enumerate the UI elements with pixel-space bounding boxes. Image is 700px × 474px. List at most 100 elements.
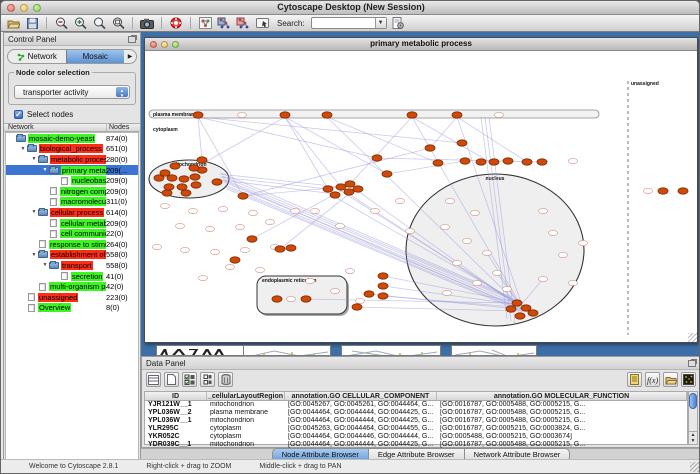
- col-header-region[interactable]: _cellularLayoutRegion: [207, 392, 285, 400]
- graph-node-selected[interactable]: [322, 112, 332, 118]
- tree-row[interactable]: ▼primary metabol209(...: [6, 165, 138, 176]
- col-header-cellular[interactable]: annotation.GO CELLULAR_COMPONENT: [285, 392, 437, 400]
- select-attributes-icon[interactable]: [182, 372, 197, 387]
- network-graph[interactable]: plasma membranecytoplasmmitochondrionnuc…: [145, 51, 697, 342]
- zoom-fit-icon[interactable]: [110, 16, 126, 30]
- graph-node-selected[interactable]: [460, 158, 470, 164]
- graph-node-unselected[interactable]: [473, 280, 482, 285]
- network-canvas[interactable]: plasma membranecytoplasmmitochondrionnuc…: [145, 51, 697, 342]
- graph-edge[interactable]: [377, 158, 542, 162]
- table-row[interactable]: YJR121W__1mitochondrion[GO:0045267, GO:0…: [145, 401, 687, 409]
- background-window-overview[interactable]: [156, 345, 244, 356]
- scrollbar-arrows[interactable]: ▲▼: [689, 431, 697, 444]
- import-attributes-icon[interactable]: [663, 372, 678, 387]
- graph-node-selected[interactable]: [330, 192, 340, 198]
- tree-col-network[interactable]: Network: [4, 124, 107, 131]
- graph-node-unselected[interactable]: [441, 224, 450, 229]
- tree-row[interactable]: ▼metabolic process280(0): [6, 154, 138, 165]
- graph-edge[interactable]: [285, 117, 341, 187]
- background-window-preview-3[interactable]: [451, 345, 537, 356]
- col-header-id[interactable]: ID: [145, 392, 207, 400]
- col-header-molecular[interactable]: annotation.GO MOLECULAR_FUNCTION: [437, 392, 687, 400]
- graph-node-selected[interactable]: [353, 186, 363, 192]
- zoom-out-icon[interactable]: [53, 16, 69, 30]
- graph-node-selected[interactable]: [489, 159, 499, 165]
- table-row[interactable]: YLR295Ccytoplasm[GO:0045263, GO:0044464,…: [145, 425, 687, 433]
- graph-node-unselected[interactable]: [471, 210, 480, 215]
- graph-node-selected[interactable]: [433, 160, 443, 166]
- graph-node-unselected[interactable]: [406, 228, 415, 233]
- tree-row[interactable]: nitrogen compo209(0): [6, 186, 138, 197]
- graph-node-selected[interactable]: [678, 188, 688, 194]
- tree-expand-arrow-icon[interactable]: ▼: [30, 209, 38, 215]
- tree-row[interactable]: response to stimulu264(0): [6, 239, 138, 250]
- graph-node-unselected[interactable]: [443, 290, 452, 295]
- graph-node-selected[interactable]: [247, 236, 257, 242]
- graph-node-selected[interactable]: [378, 273, 388, 279]
- graph-node-unselected[interactable]: [311, 208, 320, 213]
- network-view-window[interactable]: primary metabolic process plasma membran…: [144, 37, 698, 343]
- graph-node-unselected[interactable]: [463, 238, 472, 243]
- delete-attribute-icon[interactable]: [218, 372, 233, 387]
- graph-node-unselected[interactable]: [241, 247, 250, 252]
- graph-edge[interactable]: [195, 117, 285, 168]
- tree-row[interactable]: nucleobase-209(0): [6, 175, 138, 186]
- graph-node-selected[interactable]: [193, 112, 203, 118]
- function-builder-icon[interactable]: f(x): [645, 372, 660, 387]
- graph-node-selected[interactable]: [345, 181, 355, 187]
- graph-node-unselected[interactable]: [569, 158, 578, 163]
- graph-node-selected[interactable]: [352, 304, 362, 310]
- help-icon[interactable]: [168, 16, 184, 30]
- tree-row[interactable]: multi-organism pro42(0): [6, 281, 138, 292]
- tree-row[interactable]: cell communicat22(0): [6, 228, 138, 239]
- zoom-in-icon[interactable]: [72, 16, 88, 30]
- tab-mosaic[interactable]: Mosaic: [66, 50, 125, 63]
- notes-icon[interactable]: [627, 372, 642, 387]
- float-panel-icon[interactable]: [128, 36, 136, 43]
- graph-node-unselected[interactable]: [539, 208, 548, 213]
- tree-row[interactable]: ▼biological_process651(0): [6, 144, 138, 155]
- graph-node-selected[interactable]: [515, 313, 525, 319]
- graph-node-unselected[interactable]: [266, 219, 275, 224]
- graph-node-selected[interactable]: [364, 291, 374, 297]
- graph-node-unselected[interactable]: [236, 224, 245, 229]
- graph-node-selected[interactable]: [378, 283, 388, 289]
- search-input[interactable]: ▼: [311, 17, 387, 29]
- graph-node-selected[interactable]: [537, 159, 547, 165]
- graph-node-unselected[interactable]: [176, 223, 185, 228]
- attribute-matrix-icon[interactable]: [681, 372, 696, 387]
- graph-edge[interactable]: [430, 117, 457, 148]
- search-config-icon[interactable]: [390, 16, 406, 30]
- graph-node-unselected[interactable]: [346, 268, 355, 273]
- graph-edge[interactable]: [327, 117, 438, 163]
- graph-node-unselected[interactable]: [199, 275, 208, 280]
- graph-node-unselected[interactable]: [331, 288, 340, 293]
- graph-node-selected[interactable]: [323, 186, 333, 192]
- vizmapper-edges-icon[interactable]: [235, 16, 251, 30]
- region-plasma-membrane[interactable]: [149, 110, 599, 118]
- node-color-dropdown[interactable]: transporter activity ▲▼: [14, 85, 130, 99]
- table-row[interactable]: YKR052Ccytoplasm[GO:0044464, GO:0044446,…: [145, 433, 687, 441]
- graph-node-selected[interactable]: [181, 190, 191, 196]
- graph-node-unselected[interactable]: [249, 210, 258, 215]
- graph-node-selected[interactable]: [425, 145, 435, 151]
- graph-node-unselected[interactable]: [559, 252, 568, 257]
- table-row[interactable]: YPL036W__1mitochondrion[GO:0044464, GO:0…: [145, 417, 687, 425]
- graph-node-selected[interactable]: [521, 305, 531, 311]
- snapshot-icon[interactable]: [139, 16, 155, 30]
- graph-node-unselected[interactable]: [549, 230, 558, 235]
- graph-edge[interactable]: [198, 117, 377, 158]
- graph-node-unselected[interactable]: [579, 240, 588, 245]
- graph-node-unselected[interactable]: [238, 112, 247, 117]
- graph-node-selected[interactable]: [164, 184, 174, 190]
- search-dropdown-arrow[interactable]: ▼: [375, 18, 386, 28]
- graph-node-unselected[interactable]: [356, 298, 365, 303]
- graph-node-unselected[interactable]: [287, 296, 296, 301]
- graph-node-selected[interactable]: [230, 257, 240, 263]
- tree-expand-arrow-icon[interactable]: ▼: [30, 252, 38, 258]
- graph-node-unselected[interactable]: [153, 244, 162, 249]
- tree-expand-arrow-icon[interactable]: ▼: [19, 146, 27, 152]
- graph-node-selected[interactable]: [457, 140, 467, 146]
- graph-node-selected[interactable]: [506, 306, 516, 312]
- graph-node-selected[interactable]: [238, 193, 248, 199]
